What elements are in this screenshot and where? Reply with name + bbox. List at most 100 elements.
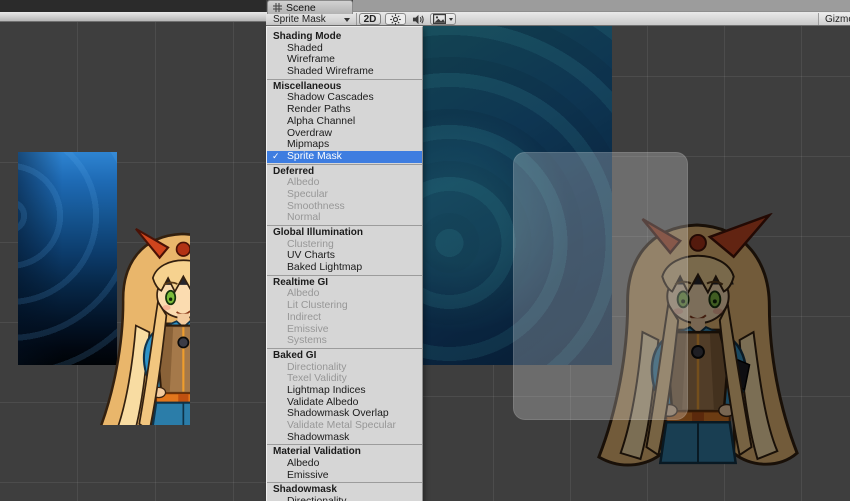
menu-section-header: Material Validation xyxy=(267,446,422,458)
menu-item-label: Emissive xyxy=(287,324,329,335)
audio-toggle-button[interactable] xyxy=(408,13,428,25)
menu-item-label: Indirect xyxy=(287,312,321,323)
menu-item: Clustering xyxy=(267,239,422,251)
menu-item[interactable]: Shadow Cascades xyxy=(267,92,422,104)
menu-item-label: Shadow Cascades xyxy=(287,92,374,103)
menu-section: MiscellaneousShadow CascadesRender Paths… xyxy=(267,79,422,163)
menu-item-label: Texel Validity xyxy=(287,373,347,384)
menu-item[interactable]: UV Charts xyxy=(267,250,422,262)
menu-item-label: Lit Clustering xyxy=(287,300,348,311)
toolbar-separator xyxy=(356,13,357,25)
menu-item-label: Smoothness xyxy=(287,201,345,212)
menu-item[interactable]: Shadowmask Overlap xyxy=(267,408,422,420)
lighting-toggle-button[interactable] xyxy=(385,13,406,25)
scene-grid-icon xyxy=(273,3,282,12)
draw-mode-menu: Shading ModeShadedWireframeShaded Wirefr… xyxy=(266,26,423,501)
character-sprite-masked xyxy=(85,218,190,425)
menu-item-label: Albedo xyxy=(287,288,319,299)
menu-item-label: Sprite Mask xyxy=(287,151,342,162)
menu-section-header: Realtime GI xyxy=(267,277,422,289)
menu-item[interactable]: Overdraw xyxy=(267,128,422,140)
menu-item: Indirect xyxy=(267,312,422,324)
menu-item-label: Shadowmask Overlap xyxy=(287,408,389,419)
effects-dropdown-button[interactable] xyxy=(430,13,456,25)
menu-item[interactable]: Alpha Channel xyxy=(267,116,422,128)
menu-item[interactable]: Validate Albedo xyxy=(267,397,422,409)
top-dark-band xyxy=(0,0,266,12)
menu-item-label: Albedo xyxy=(287,458,319,469)
sprite-mask-bounds-highlight xyxy=(513,152,688,420)
menu-item: Smoothness xyxy=(267,201,422,213)
menu-item-label: Normal xyxy=(287,212,321,223)
2d-mode-button[interactable]: 2D xyxy=(359,13,381,25)
menu-section-header: Miscellaneous xyxy=(267,81,422,93)
gizmos-dropdown-button[interactable]: Gizmos xyxy=(818,13,850,25)
sprite-mask-clip-region xyxy=(15,152,190,425)
menu-item[interactable]: Lightmap Indices xyxy=(267,385,422,397)
menu-item[interactable]: Shaded Wireframe xyxy=(267,66,422,78)
menu-item-label: Specular xyxy=(287,189,328,200)
menu-item-label: Albedo xyxy=(287,177,319,188)
menu-item-label: Wireframe xyxy=(287,54,335,65)
menu-item-label: Shaded xyxy=(287,43,323,54)
menu-item-label: Validate Metal Specular xyxy=(287,420,396,431)
menu-item-label: UV Charts xyxy=(287,250,335,261)
menu-section: DeferredAlbedoSpecularSmoothnessNormal xyxy=(267,164,422,224)
lighting-sun-icon xyxy=(390,14,401,25)
tab-label: Scene xyxy=(286,2,316,14)
menu-item: Systems xyxy=(267,335,422,347)
tab-scene[interactable]: Scene xyxy=(267,0,353,14)
menu-item-label: Mipmaps xyxy=(287,139,329,150)
menu-item-label: Directionality xyxy=(287,362,346,373)
menu-item-label: Shaded Wireframe xyxy=(287,66,374,77)
menu-item[interactable]: Baked Lightmap xyxy=(267,262,422,274)
menu-item: Normal xyxy=(267,212,422,224)
menu-section: ShadowmaskDirectionality xyxy=(267,482,422,501)
menu-section-header: Deferred xyxy=(267,166,422,178)
menu-item[interactable]: Directionality xyxy=(267,496,422,501)
menu-item[interactable]: Shadowmask xyxy=(267,432,422,444)
chevron-down-icon xyxy=(344,18,350,22)
menu-item[interactable]: Albedo xyxy=(267,458,422,470)
scene-toolbar: Sprite Mask 2D xyxy=(266,12,850,26)
menu-item: Directionality xyxy=(267,362,422,374)
audio-speaker-icon xyxy=(412,14,424,25)
chevron-down-icon xyxy=(449,18,453,21)
draw-mode-dropdown[interactable]: Sprite Mask xyxy=(269,13,355,25)
menu-section-header: Baked GI xyxy=(267,350,422,362)
menu-item-label: Emissive xyxy=(287,470,329,481)
menu-section: Shading ModeShadedWireframeShaded Wirefr… xyxy=(267,31,422,78)
menu-item[interactable]: Shaded xyxy=(267,43,422,55)
menu-section: Baked GIDirectionalityTexel ValidityLigh… xyxy=(267,348,422,444)
menu-item: Albedo xyxy=(267,177,422,189)
checkmark-icon: ✓ xyxy=(272,151,280,163)
menu-item-label: Shadowmask xyxy=(287,432,349,443)
menu-item-label: Systems xyxy=(287,335,327,346)
left-toolbar-strip xyxy=(0,12,266,22)
menu-item[interactable]: ✓ Sprite Mask xyxy=(267,151,422,163)
menu-item-label: Clustering xyxy=(287,239,334,250)
menu-section-header: Shading Mode xyxy=(267,31,422,43)
menu-item[interactable]: Emissive xyxy=(267,470,422,482)
menu-item[interactable]: Render Paths xyxy=(267,104,422,116)
2d-label: 2D xyxy=(364,14,377,25)
tab-well xyxy=(353,0,850,12)
menu-item-label: Render Paths xyxy=(287,104,351,115)
gizmos-label: Gizmos xyxy=(825,14,850,25)
menu-item[interactable]: Wireframe xyxy=(267,54,422,66)
menu-section-header: Shadowmask xyxy=(267,484,422,496)
effects-image-icon xyxy=(433,14,446,24)
menu-item: Emissive xyxy=(267,324,422,336)
menu-item: Specular xyxy=(267,189,422,201)
menu-item: Texel Validity xyxy=(267,373,422,385)
menu-item[interactable]: Mipmaps xyxy=(267,139,422,151)
menu-item-label: Baked Lightmap xyxy=(287,262,362,273)
menu-section: Material ValidationAlbedoEmissive xyxy=(267,444,422,481)
menu-section: Global IlluminationClusteringUV ChartsBa… xyxy=(267,225,422,274)
menu-item: Lit Clustering xyxy=(267,300,422,312)
menu-section-header: Global Illumination xyxy=(267,227,422,239)
menu-item-label: Validate Albedo xyxy=(287,397,358,408)
draw-mode-label: Sprite Mask xyxy=(273,14,326,25)
menu-item: Validate Metal Specular xyxy=(267,420,422,432)
scene-view-window: Sprite Mask 2D xyxy=(0,0,850,501)
